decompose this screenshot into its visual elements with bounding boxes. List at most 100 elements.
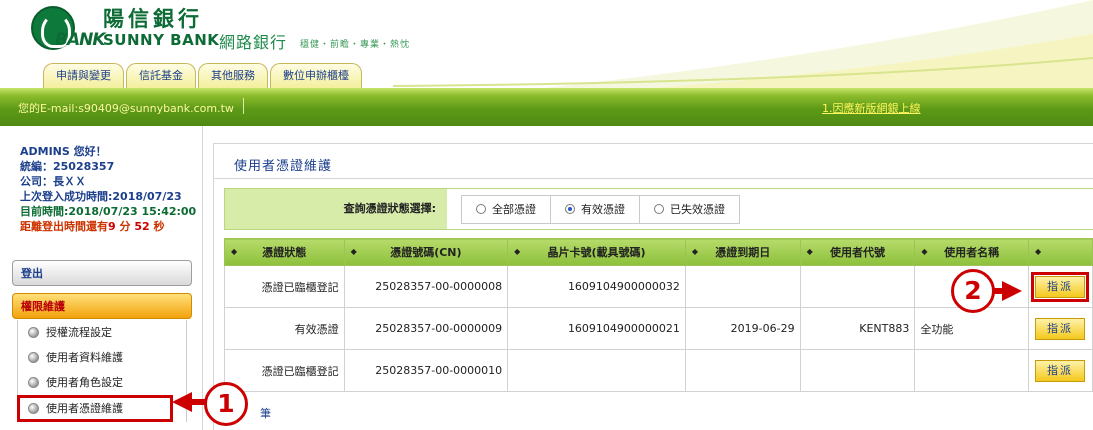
sort-icon: ◆ xyxy=(806,247,813,256)
callout-step-1: 1 xyxy=(204,382,248,426)
query-options-cell: 全部憑證 有效憑證 已失效憑證 xyxy=(447,189,1093,229)
cell-status: 有效憑證 xyxy=(224,307,345,350)
logo-bank-text: BANK xyxy=(55,30,106,50)
bullet-icon xyxy=(28,403,39,414)
col-header-label: 憑證到期日 xyxy=(715,246,771,259)
assign-button[interactable]: 指派 xyxy=(1034,317,1085,340)
submenu-label: 使用者角色設定 xyxy=(46,376,123,389)
radio-valid-certs[interactable]: 有效憑證 xyxy=(551,196,640,223)
submenu-user-data[interactable]: 使用者資料維護 xyxy=(18,345,186,370)
cell-action: 指派 xyxy=(1027,307,1093,350)
bullet-icon xyxy=(28,377,39,388)
col-header-user-id[interactable]: ◆ 使用者代號 xyxy=(799,238,916,266)
tab-trust-fund[interactable]: 信託基金 xyxy=(126,63,196,88)
logout-button[interactable]: 登出 xyxy=(12,260,192,286)
logout-countdown-prefix: 距離登出時間還有 xyxy=(20,220,108,233)
bullet-icon xyxy=(28,327,39,338)
radio-all-certs[interactable]: 全部憑證 xyxy=(462,196,551,223)
tab-other-services[interactable]: 其他服務 xyxy=(198,63,268,88)
sort-icon: ◆ xyxy=(514,247,521,256)
user-email: 您的E-mail:s90409@sunnybank.com.tw xyxy=(18,102,234,115)
radio-expired-certs[interactable]: 已失效憑證 xyxy=(640,196,739,223)
submenu-user-role[interactable]: 使用者角色設定 xyxy=(18,370,186,395)
tab-apply-change[interactable]: 申請與變更 xyxy=(43,63,124,88)
cell-expiry xyxy=(684,349,801,392)
radio-label: 全部憑證 xyxy=(492,203,536,216)
cell-action: 指派 xyxy=(1027,265,1093,308)
permission-submenu: 授權流程設定 使用者資料維護 使用者角色設定 使用者憑證維護 xyxy=(17,320,187,422)
radio-label: 有效憑證 xyxy=(581,203,625,216)
top-nav-tabs: 申請與變更 信託基金 其他服務 數位申辦櫃檯 xyxy=(43,63,362,88)
cell-user-id xyxy=(799,265,916,308)
current-time: 目前時間:2018/07/23 15:42:00 xyxy=(20,205,197,218)
cell-expiry xyxy=(684,265,801,308)
cell-status: 憑證已臨櫃登記 xyxy=(224,265,345,308)
sort-icon: ◆ xyxy=(691,247,699,256)
sort-icon: ◆ xyxy=(921,247,928,256)
col-header-label: 使用者代號 xyxy=(829,246,885,259)
cell-user-id xyxy=(799,349,916,392)
submenu-label: 使用者憑證維護 xyxy=(46,402,123,415)
cell-cert-no: 25028357-00-0000010 xyxy=(343,349,509,392)
greeting: ADMINS 您好！ xyxy=(20,145,107,158)
logout-minutes-unit: 分 xyxy=(119,220,131,233)
title-divider xyxy=(214,178,1093,179)
logout-seconds: 52 xyxy=(134,220,150,233)
logout-minutes: 9 xyxy=(108,220,116,233)
radio-icon xyxy=(476,204,486,214)
cert-table: ◆ 憑證狀態 ◆ 憑證號碼(CN) ◆ 晶片卡號(載具號碼) ◆ 憑證到期日 ◆ 使用者代… xyxy=(224,238,1093,392)
notice-link[interactable]: 1.因應新版網銀上線 xyxy=(822,100,921,116)
col-header-action[interactable]: ◆ xyxy=(1027,238,1093,266)
tax-id: 統編：25028357 xyxy=(20,160,115,173)
online-banking-title: 網路銀行 xyxy=(219,33,288,52)
col-header-user-name[interactable]: ◆ 使用者名稱 xyxy=(914,238,1029,266)
bullet-icon xyxy=(28,352,39,363)
col-header-label: 晶片卡號(載具號碼) xyxy=(547,246,646,259)
cell-cert-no: 25028357-00-0000008 xyxy=(343,265,509,308)
assign-button[interactable]: 指派 xyxy=(1034,359,1085,382)
submenu-user-cert[interactable]: 使用者憑證維護 xyxy=(17,395,173,422)
sidebar: ADMINS 您好！ 統編：25028357 公司：長ＸＸ 上次登入成功時間:2… xyxy=(0,126,203,430)
radio-label: 已失效憑證 xyxy=(670,203,725,216)
cell-user-name: 全功能 xyxy=(914,307,1029,350)
submenu-auth-flow[interactable]: 授權流程設定 xyxy=(18,320,186,345)
sort-icon: ◆ xyxy=(231,247,238,256)
cell-status: 憑證已臨櫃登記 xyxy=(224,349,345,392)
submenu-label: 使用者資料維護 xyxy=(46,351,123,364)
col-header-cert-no[interactable]: ◆ 憑證號碼(CN) xyxy=(343,238,509,266)
cell-user-name xyxy=(914,349,1029,392)
table-row: 有效憑證 25028357-00-0000009 160910490000002… xyxy=(224,307,1093,350)
col-header-label: 使用者名稱 xyxy=(944,246,1000,259)
radio-icon xyxy=(654,204,664,214)
col-header-label: 憑證狀態 xyxy=(262,246,307,259)
site-header: BANK 陽信銀行 SUNNY BANK 網路銀行 穩健・前瞻・專業・熱忱 申請… xyxy=(0,0,1093,88)
col-header-status[interactable]: ◆ 憑證狀態 xyxy=(224,238,345,266)
header-decoration xyxy=(393,0,1093,88)
sort-icon: ◆ xyxy=(350,247,357,256)
brand-name-en: SUNNY BANK xyxy=(103,31,220,49)
record-count-note: 筆 xyxy=(260,407,271,420)
radio-selected-icon xyxy=(565,204,575,214)
cell-chip-no: 1609104900000032 xyxy=(507,265,686,308)
col-header-chip-no[interactable]: ◆ 晶片卡號(載具號碼) xyxy=(507,238,686,266)
submenu-label: 授權流程設定 xyxy=(46,326,112,339)
cell-chip-no xyxy=(507,349,686,392)
query-label: 查詢憑證狀態選擇: xyxy=(343,202,436,215)
sort-icon: ◆ xyxy=(1034,247,1042,256)
col-header-label: 憑證號碼(CN) xyxy=(390,246,462,259)
tab-digital-counter[interactable]: 數位申辦櫃檯 xyxy=(270,63,362,88)
topbar-divider xyxy=(243,98,244,114)
cert-status-radio-group: 全部憑證 有效憑證 已失效憑證 xyxy=(461,195,740,224)
logout-seconds-unit: 秒 xyxy=(153,220,165,233)
logout-countdown: 距離登出時間還有9 分 52 秒 xyxy=(20,219,196,234)
company-name: 公司：長ＸＸ xyxy=(20,175,86,188)
menu-permission-maintenance[interactable]: 權限維護 xyxy=(12,293,192,319)
col-header-expiry[interactable]: ◆ 憑證到期日 xyxy=(684,238,801,266)
assign-button[interactable]: 指派 xyxy=(1030,271,1089,302)
table-row: 憑證已臨櫃登記 25028357-00-0000010 指派 xyxy=(224,349,1093,392)
brand-slogan: 穩健・前瞻・專業・熱忱 xyxy=(300,40,411,50)
cell-cert-no: 25028357-00-0000009 xyxy=(343,307,509,350)
callout-step-2: 2 xyxy=(951,269,995,313)
top-info-bar: 您的E-mail:s90409@sunnybank.com.tw 1.因應新版網… xyxy=(0,88,1093,126)
cell-chip-no: 1609104900000021 xyxy=(507,307,686,350)
